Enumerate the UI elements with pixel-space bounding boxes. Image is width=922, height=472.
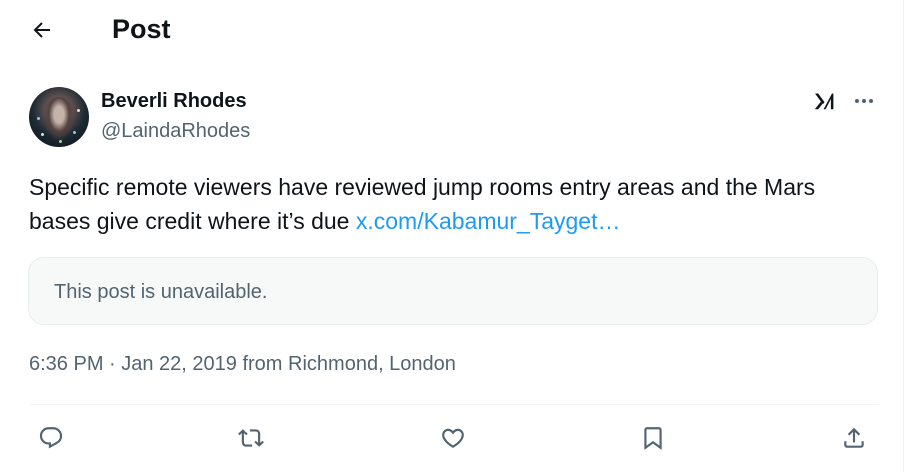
- share-icon: [844, 427, 864, 448]
- like-icon: [442, 428, 464, 448]
- share-button[interactable]: [837, 421, 871, 455]
- bookmark-button[interactable]: [636, 421, 670, 455]
- repost-button[interactable]: [234, 421, 268, 455]
- post-text: Specific remote viewers have reviewed ju…: [29, 170, 879, 238]
- post-detail-view: Post Beverli Rhodes @LaindaRhodes Specif…: [0, 0, 904, 472]
- avatar[interactable]: [29, 87, 89, 147]
- arrow-left-icon: [33, 22, 50, 38]
- grok-icon: [814, 93, 834, 110]
- like-button[interactable]: [436, 421, 470, 455]
- post-meta[interactable]: 6:36 PM · Jan 22, 2019 from Richmond, Lo…: [29, 351, 456, 377]
- reply-icon: [39, 427, 63, 449]
- page-title: Post: [112, 14, 171, 44]
- unavailable-message: This post is unavailable.: [54, 281, 268, 303]
- post-link[interactable]: x.com/Kabamur_Tayget…: [356, 208, 621, 234]
- divider: [29, 404, 879, 405]
- back-button[interactable]: [24, 12, 60, 48]
- more-button[interactable]: [848, 86, 880, 116]
- bookmark-icon: [644, 427, 662, 450]
- page-header: Post: [0, 0, 904, 56]
- grok-button[interactable]: [808, 86, 840, 116]
- quoted-post-unavailable: This post is unavailable.: [28, 257, 878, 325]
- repost-icon: [238, 429, 264, 447]
- reply-button[interactable]: [34, 421, 68, 455]
- author-handle[interactable]: @LaindaRhodes: [101, 119, 250, 143]
- more-horizontal-icon: [855, 99, 873, 103]
- author-name[interactable]: Beverli Rhodes: [101, 89, 247, 113]
